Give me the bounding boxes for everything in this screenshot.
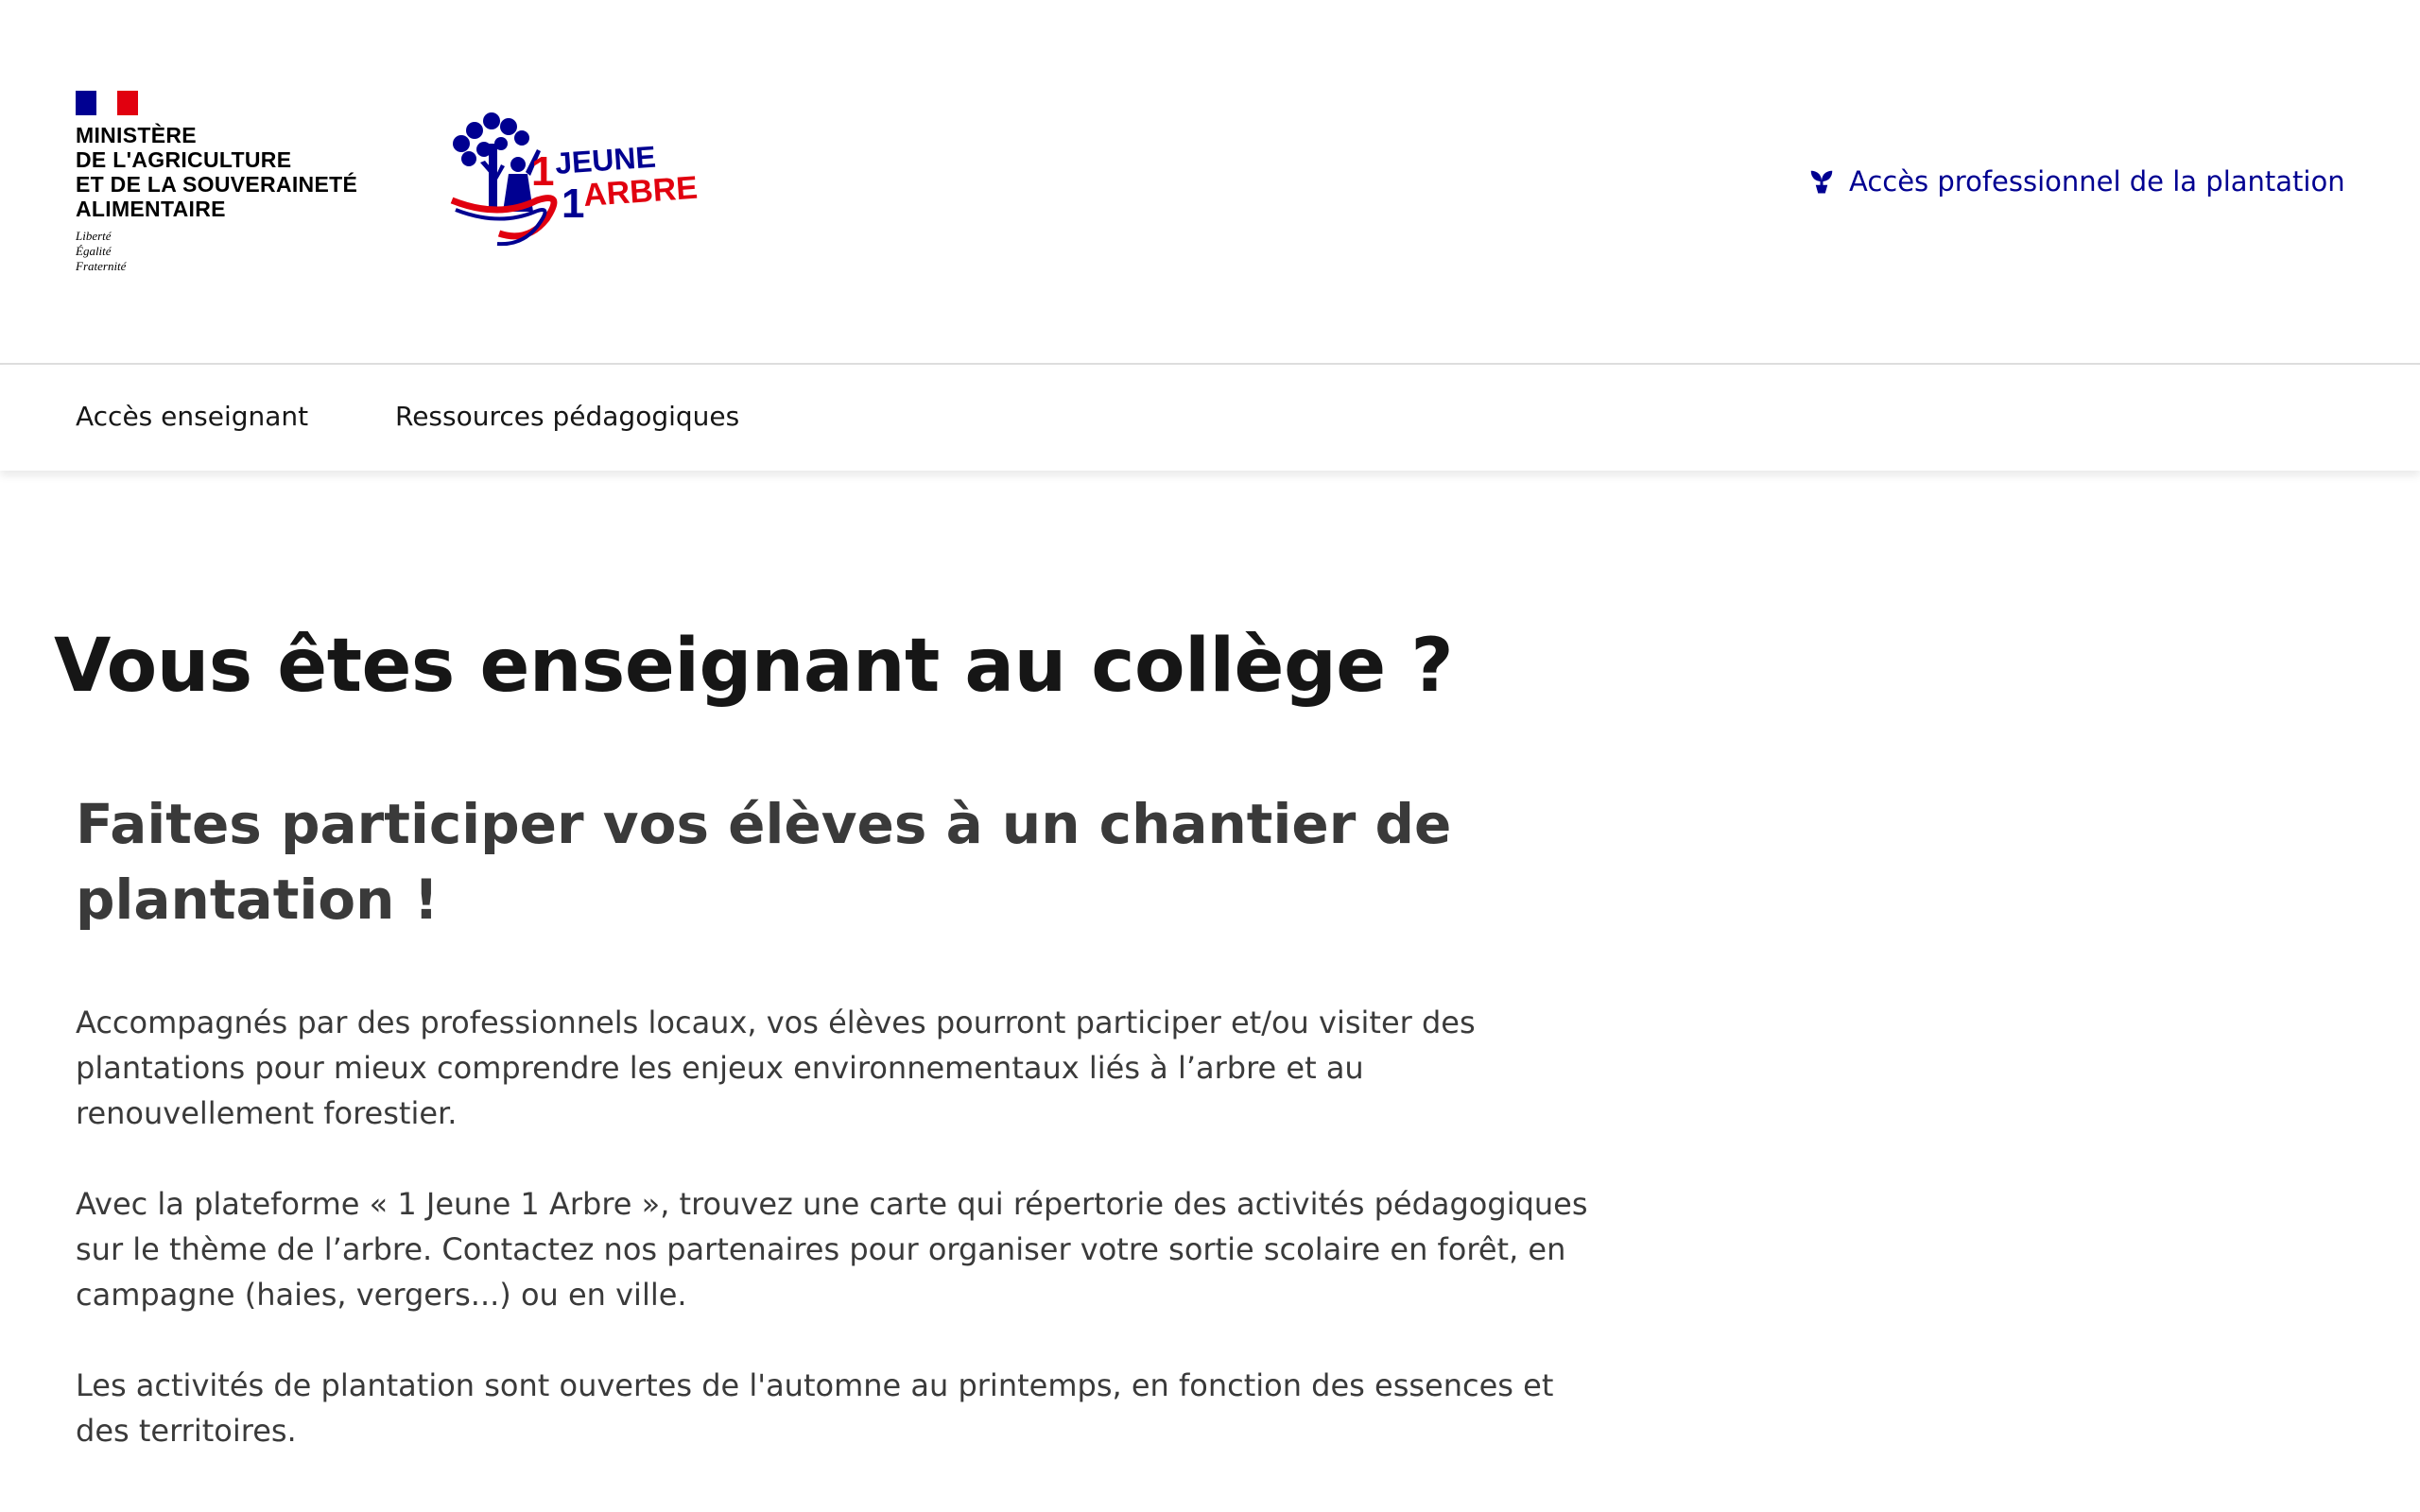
main-navigation: Accès enseignant Ressources pédagogiques (0, 367, 2420, 471)
french-flag-icon (76, 91, 138, 115)
ministry-name: MINISTÈRE DE L'AGRICULTURE ET DE LA SOUV… (76, 123, 388, 221)
sprout-icon (1810, 170, 1833, 194)
ministry-logo[interactable]: MINISTÈRE DE L'AGRICULTURE ET DE LA SOUV… (76, 91, 388, 274)
intro-paragraph: Accompagnés par des professionnels locau… (76, 1005, 1476, 1131)
motto-line: Liberté (76, 229, 112, 243)
page-title: Vous êtes enseignant au collège ? (54, 624, 1454, 709)
page-subtitle: Faites participer vos élèves à un chanti… (76, 792, 1452, 932)
season-paragraph: Les activités de plantation sont ouverte… (76, 1367, 1554, 1449)
logo-number: 1 (531, 148, 554, 195)
ministry-name-line: ALIMENTAIRE (76, 197, 226, 221)
nav-item-teacher-access[interactable]: Accès enseignant (76, 401, 308, 432)
motto-line: Fraternité (76, 259, 127, 273)
logo-number: 1 (562, 180, 584, 227)
1-jeune-1-arbre-logo[interactable]: 1 JEUNE 1 ARBRE (442, 106, 698, 257)
platform-paragraph: Avec la plateforme « 1 Jeune 1 Arbre », … (76, 1186, 1588, 1313)
ministry-name-line: MINISTÈRE (76, 123, 197, 147)
ministry-name-line: ET DE LA SOUVERAINETÉ (76, 172, 358, 197)
logo-line-2: ARBRE (582, 170, 698, 214)
pro-access-label: Accès professionnel de la plantation (1849, 165, 2345, 198)
ministry-name-line: DE L'AGRICULTURE (76, 147, 292, 172)
nav-item-educational-resources[interactable]: Ressources pédagogiques (395, 401, 739, 432)
pro-access-link[interactable]: Accès professionnel de la plantation (1807, 163, 2345, 200)
site-header: MINISTÈRE DE L'AGRICULTURE ET DE LA SOUV… (0, 0, 2420, 365)
republic-motto: Liberté Égalité Fraternité (76, 229, 388, 274)
tree-icon (453, 112, 541, 212)
motto-line: Égalité (76, 244, 112, 258)
